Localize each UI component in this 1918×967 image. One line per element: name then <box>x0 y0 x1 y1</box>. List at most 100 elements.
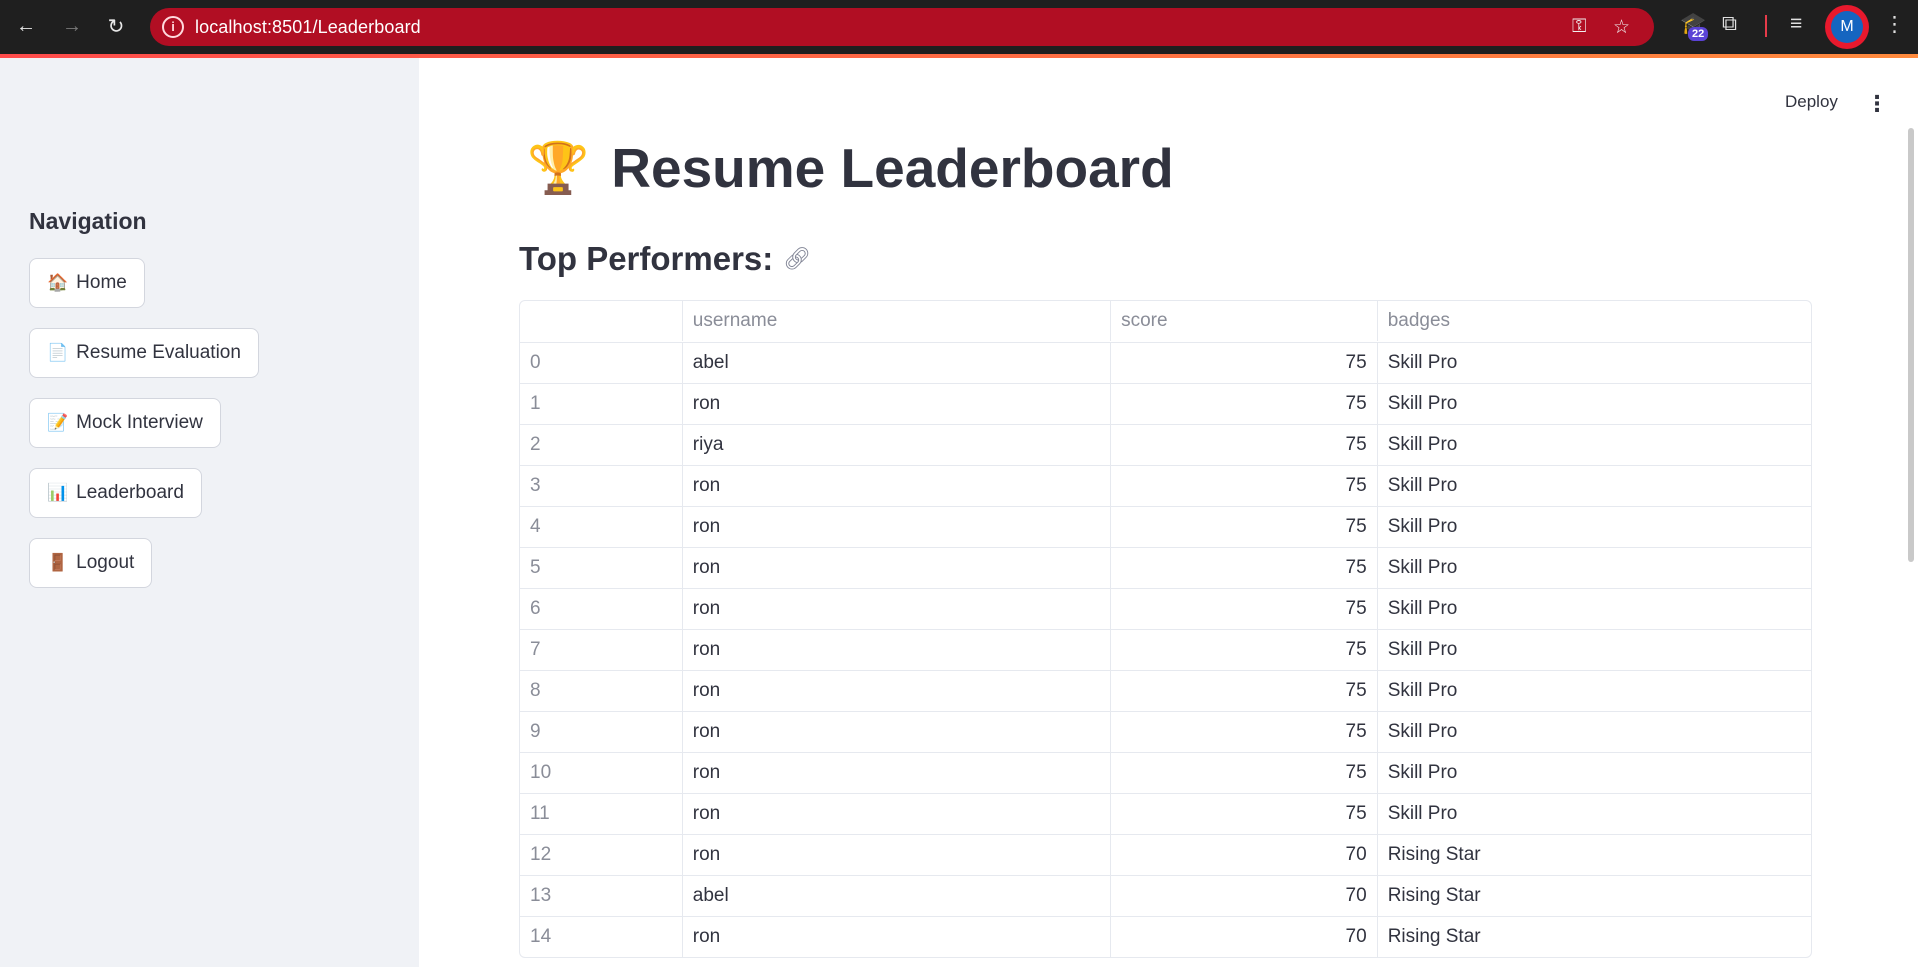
sidebar-item-home[interactable]: 🏠 Home <box>29 258 145 308</box>
leaderboard-table[interactable]: username score badges 0 abel 75 Skill Pro 1 r… <box>519 300 1812 958</box>
cell-username[interactable]: ron <box>681 671 1110 711</box>
cell-username[interactable]: ron <box>681 384 1110 424</box>
column-header-username[interactable]: username <box>681 301 1110 341</box>
cell-badges[interactable]: Skill Pro <box>1376 507 1811 547</box>
cell-index[interactable]: 12 <box>520 835 682 875</box>
cell-badges[interactable]: Skill Pro <box>1376 425 1811 465</box>
key-icon[interactable]: ⚿ <box>1572 16 1586 38</box>
sidebar-item-mock-interview[interactable]: 📝 Mock Interview <box>29 398 221 448</box>
cell-score[interactable]: 75 <box>1110 384 1377 424</box>
cell-score[interactable]: 75 <box>1110 466 1377 506</box>
star-icon[interactable]: ☆ <box>1613 16 1630 39</box>
kebab-icon[interactable]: ⋮ <box>1884 12 1905 37</box>
cell-badges[interactable]: Skill Pro <box>1376 753 1811 793</box>
cell-username[interactable]: ron <box>681 753 1110 793</box>
cell-badges[interactable]: Skill Pro <box>1376 712 1811 752</box>
cell-username[interactable]: ron <box>681 507 1110 547</box>
cell-index[interactable]: 1 <box>520 384 682 424</box>
address-bar[interactable]: i localhost:8501/Leaderboard ⚿ ☆ <box>150 8 1654 46</box>
table-row: 3 ron 75 Skill Pro <box>520 465 1811 506</box>
cell-score[interactable]: 70 <box>1110 835 1377 875</box>
column-header-score[interactable]: score <box>1110 301 1377 341</box>
page-title: 🏆 Resume Leaderboard <box>527 136 1174 200</box>
cell-index[interactable]: 14 <box>520 917 682 957</box>
sidebar-item-logout[interactable]: 🚪 Logout <box>29 538 153 588</box>
column-header-index[interactable] <box>520 301 682 341</box>
avatar[interactable]: M <box>1831 11 1863 43</box>
main-menu-icon[interactable]: ⋮ <box>1866 91 1888 117</box>
cell-badges[interactable]: Skill Pro <box>1376 343 1811 383</box>
cell-username[interactable]: ron <box>681 917 1110 957</box>
cell-score[interactable]: 75 <box>1110 794 1377 834</box>
cell-username[interactable]: ron <box>681 794 1110 834</box>
table-row: 6 ron 75 Skill Pro <box>520 588 1811 629</box>
cell-score[interactable]: 70 <box>1110 917 1377 957</box>
cell-index[interactable]: 8 <box>520 671 682 711</box>
cell-badges[interactable]: Skill Pro <box>1376 384 1811 424</box>
cell-score[interactable]: 75 <box>1110 753 1377 793</box>
reload-icon[interactable]: ↻ <box>100 10 132 42</box>
url-text[interactable]: localhost:8501/Leaderboard <box>195 17 421 38</box>
cell-username[interactable]: ron <box>681 466 1110 506</box>
site-info-icon[interactable]: i <box>162 16 184 38</box>
cell-username[interactable]: abel <box>681 876 1110 916</box>
cell-badges[interactable]: Skill Pro <box>1376 548 1811 588</box>
cell-score[interactable]: 75 <box>1110 548 1377 588</box>
cell-score[interactable]: 70 <box>1110 876 1377 916</box>
table-row: 14 ron 70 Rising Star <box>520 916 1811 957</box>
cell-badges[interactable]: Skill Pro <box>1376 466 1811 506</box>
cell-badges[interactable]: Skill Pro <box>1376 671 1811 711</box>
page-title-text: Resume Leaderboard <box>611 137 1174 199</box>
section-heading-text: Top Performers: <box>519 240 774 277</box>
cell-score[interactable]: 75 <box>1110 589 1377 629</box>
cell-index[interactable]: 4 <box>520 507 682 547</box>
cell-index[interactable]: 13 <box>520 876 682 916</box>
cell-username[interactable]: ron <box>681 835 1110 875</box>
cell-badges[interactable]: Rising Star <box>1376 876 1811 916</box>
cell-username[interactable]: abel <box>681 343 1110 383</box>
cell-score[interactable]: 75 <box>1110 630 1377 670</box>
scrollbar[interactable] <box>1908 128 1914 562</box>
cell-index[interactable]: 9 <box>520 712 682 752</box>
sidebar-item-leaderboard[interactable]: 📊 Leaderboard <box>29 468 202 518</box>
column-header-badges[interactable]: badges <box>1376 301 1811 341</box>
cell-score[interactable]: 75 <box>1110 343 1377 383</box>
cell-badges[interactable]: Rising Star <box>1376 917 1811 957</box>
puzzle-icon[interactable]: ⧉ <box>1722 12 1737 36</box>
table-row: 13 abel 70 Rising Star <box>520 875 1811 916</box>
deploy-button[interactable]: Deploy <box>1785 92 1838 112</box>
cell-index[interactable]: 10 <box>520 753 682 793</box>
cell-badges[interactable]: Skill Pro <box>1376 794 1811 834</box>
media-queue-icon[interactable]: ≡ <box>1790 12 1802 36</box>
cell-username[interactable]: ron <box>681 712 1110 752</box>
cell-index[interactable]: 2 <box>520 425 682 465</box>
cell-badges[interactable]: Skill Pro <box>1376 589 1811 629</box>
sidebar-item-resume-evaluation[interactable]: 📄 Resume Evaluation <box>29 328 259 378</box>
cell-score[interactable]: 75 <box>1110 507 1377 547</box>
sidebar-item-label: Logout <box>76 552 135 573</box>
link-icon[interactable]: 🔗︎ <box>783 246 811 272</box>
cell-index[interactable]: 3 <box>520 466 682 506</box>
cell-badges[interactable]: Skill Pro <box>1376 630 1811 670</box>
cell-username[interactable]: riya <box>681 425 1110 465</box>
cell-index[interactable]: 6 <box>520 589 682 629</box>
cell-username[interactable]: ron <box>681 630 1110 670</box>
cell-username[interactable]: ron <box>681 548 1110 588</box>
cell-index[interactable]: 0 <box>520 343 682 383</box>
cell-score[interactable]: 75 <box>1110 425 1377 465</box>
cell-index[interactable]: 11 <box>520 794 682 834</box>
cell-score[interactable]: 75 <box>1110 671 1377 711</box>
cell-username[interactable]: ron <box>681 589 1110 629</box>
forward-arrow-icon[interactable]: → <box>56 10 88 42</box>
cell-badges[interactable]: Rising Star <box>1376 835 1811 875</box>
table-row: 7 ron 75 Skill Pro <box>520 629 1811 670</box>
table-row: 2 riya 75 Skill Pro <box>520 424 1811 465</box>
section-heading: Top Performers: 🔗︎ <box>519 240 811 278</box>
sidebar-item-label: Resume Evaluation <box>76 342 241 363</box>
sidebar-item-label: Home <box>76 272 127 293</box>
cell-score[interactable]: 75 <box>1110 712 1377 752</box>
cell-index[interactable]: 5 <box>520 548 682 588</box>
cell-index[interactable]: 7 <box>520 630 682 670</box>
back-arrow-icon[interactable]: ← <box>10 10 42 42</box>
bar-chart-icon: 📊 <box>47 483 69 502</box>
